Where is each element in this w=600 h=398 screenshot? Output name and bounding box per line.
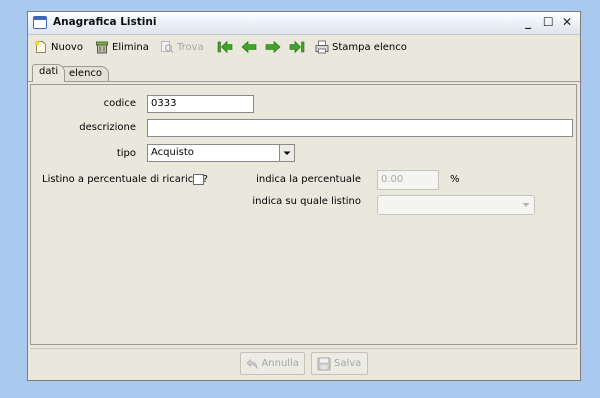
minimize-icon[interactable]: _ <box>524 15 536 29</box>
codice-input[interactable]: 0333 <box>147 95 254 113</box>
next-arrow-icon[interactable] <box>265 40 281 54</box>
chevron-down-icon <box>283 151 291 155</box>
ricarico-label: Listino a percentuale di ricarico ? <box>42 174 208 185</box>
close-icon[interactable]: ✕ <box>562 15 574 29</box>
delete-button[interactable]: Elimina <box>95 39 149 55</box>
delete-button-label: Elimina <box>112 41 149 53</box>
floppy-icon <box>317 357 331 370</box>
codice-label: codice <box>103 98 136 109</box>
tab-divider <box>28 81 580 82</box>
tab-elenco[interactable]: elenco <box>62 66 110 81</box>
new-button-label: Nuovo <box>51 41 83 53</box>
undo-icon <box>246 358 258 369</box>
cancel-button-label: Annulla <box>261 358 299 369</box>
tab-strip: dati elenco <box>28 64 580 82</box>
save-button[interactable]: Salva <box>311 352 368 375</box>
tab-dati[interactable]: dati <box>32 64 66 82</box>
save-button-label: Salva <box>334 358 362 369</box>
tipo-dropdown-button[interactable] <box>279 145 294 161</box>
print-list-button-label: Stampa elenco <box>332 41 407 53</box>
listino-label: indica su quale listino <box>252 196 361 207</box>
new-button[interactable]: Nuovo <box>34 39 83 55</box>
find-icon <box>161 41 174 54</box>
window-app-icon <box>33 16 47 29</box>
prev-arrow-icon[interactable] <box>241 40 257 54</box>
window-controls: _ ☐ ✕ <box>524 15 574 29</box>
percentuale-input[interactable]: 0.00 <box>377 170 439 190</box>
window: Anagrafica Listini _ ☐ ✕ Nuovo Elimina T… <box>27 11 581 381</box>
ricarico-checkbox[interactable] <box>193 174 204 185</box>
print-icon <box>315 40 329 54</box>
tipo-select[interactable]: Acquisto <box>147 144 295 162</box>
percent-unit: % <box>450 174 460 185</box>
new-doc-icon <box>34 40 46 53</box>
window-title: Anagrafica Listini <box>53 16 157 28</box>
footer-separator <box>30 348 578 349</box>
title-bar[interactable]: Anagrafica Listini _ ☐ ✕ <box>28 12 580 35</box>
find-button-label: Trova <box>177 41 204 53</box>
first-arrow-icon[interactable] <box>217 40 233 54</box>
data-panel: codice 0333 descrizione tipo Acquisto Li… <box>30 84 577 345</box>
descrizione-input[interactable] <box>147 119 573 137</box>
print-list-button[interactable]: Stampa elenco <box>315 39 407 55</box>
percentuale-label: indica la percentuale <box>256 174 361 185</box>
cancel-button[interactable]: Annulla <box>240 352 305 375</box>
chevron-down-icon <box>522 203 530 207</box>
descrizione-label: descrizione <box>79 122 136 133</box>
tipo-select-value: Acquisto <box>151 147 194 158</box>
tipo-label: tipo <box>116 148 136 159</box>
last-arrow-icon[interactable] <box>289 40 305 54</box>
listino-select[interactable] <box>377 195 535 215</box>
find-button[interactable]: Trova <box>160 39 204 55</box>
maximize-icon[interactable]: ☐ <box>543 15 555 29</box>
toolbar: Nuovo Elimina Trova Stampa elenco <box>28 35 580 59</box>
trash-icon <box>96 41 108 54</box>
